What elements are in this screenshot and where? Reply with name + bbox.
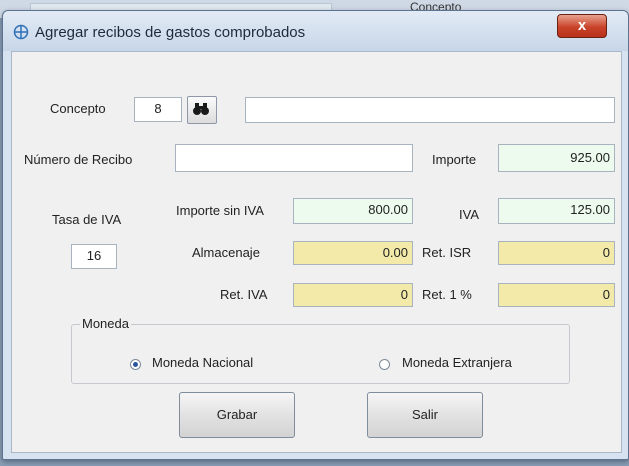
search-concepto-button[interactable] (187, 96, 217, 124)
ret-isr-field[interactable]: 0 (498, 241, 615, 265)
dialog-client-area: Concepto 8 Número de Recibo Importe 925.… (11, 51, 622, 453)
importe-sin-iva-label: Importe sin IVA (176, 203, 264, 218)
iva-label: IVA (459, 207, 479, 222)
moneda-group-title: Moneda (80, 316, 131, 331)
ret-1-percent-field[interactable]: 0 (498, 283, 615, 307)
importe-label: Importe (432, 152, 477, 167)
numero-recibo-label: Número de Recibo (24, 152, 133, 167)
iva-field[interactable]: 125.00 (498, 198, 615, 224)
concepto-label: Concepto (50, 101, 106, 116)
ret-iva-field[interactable]: 0 (293, 283, 413, 307)
window-title: Agregar recibos de gastos comprobados (35, 24, 306, 41)
app-icon (13, 24, 29, 40)
close-button[interactable]: x (557, 14, 607, 38)
concepto-code-field[interactable]: 8 (134, 97, 182, 122)
close-icon: x (577, 17, 587, 34)
tasa-iva-label: Tasa de IVA (52, 212, 122, 227)
importe-sin-iva-field[interactable]: 800.00 (293, 198, 413, 224)
moneda-groupbox: Moneda Moneda Nacional Moneda Extranjera (71, 316, 570, 384)
radio-button-unchecked[interactable] (379, 359, 390, 370)
almacenaje-field[interactable]: 0.00 (293, 241, 413, 265)
salir-button[interactable]: Salir (367, 392, 483, 438)
grabar-button[interactable]: Grabar (179, 392, 295, 438)
importe-field[interactable]: 925.00 (498, 144, 615, 172)
moneda-nacional-label: Moneda Nacional (152, 355, 254, 370)
ret-iva-label: Ret. IVA (220, 287, 268, 302)
almacenaje-label: Almacenaje (192, 245, 260, 260)
numero-recibo-field[interactable] (175, 144, 413, 172)
dialog-window: Agregar recibos de gastos comprobados x … (2, 10, 629, 460)
radio-button-checked[interactable] (130, 359, 141, 370)
concepto-description-field[interactable] (245, 97, 615, 123)
title-bar[interactable]: Agregar recibos de gastos comprobados x (3, 11, 628, 51)
ret-isr-label: Ret. ISR (422, 245, 472, 260)
ret-1-percent-label: Ret. 1 % (422, 287, 472, 302)
tasa-iva-field[interactable]: 16 (71, 244, 117, 269)
moneda-extranjera-label: Moneda Extranjera (402, 355, 512, 370)
binoculars-icon (193, 103, 209, 115)
